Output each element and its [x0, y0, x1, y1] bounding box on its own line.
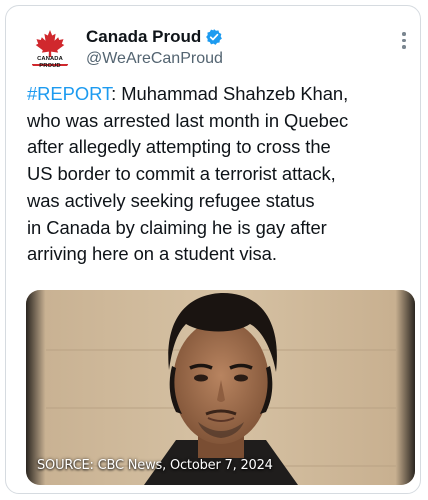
verified-badge-icon [206, 29, 223, 45]
tweet-text: #REPORT: Muhammad Shahzeb Khan, who was … [27, 81, 412, 268]
tweet-text-line: arriving here on a student visa. [27, 243, 277, 265]
tweet-text-line: #REPORT: Muhammad Shahzeb Khan, [27, 81, 412, 108]
more-options-icon[interactable] [399, 32, 409, 52]
tweet-text-line: in Canada by claiming he is gay after [27, 216, 327, 238]
hashtag-link[interactable]: #REPORT [27, 83, 111, 104]
author-handle[interactable]: @WeAreCanProud [86, 50, 223, 68]
author-name[interactable]: Canada Proud [86, 27, 201, 47]
author-block: Canada Proud @WeAreCanProud [86, 25, 223, 68]
avatar-logo-text: CANADA PROUD [37, 56, 63, 69]
tweet-text-line: was actively seeking refugee status [27, 189, 315, 211]
mugshot-photo [26, 290, 415, 485]
tweet-text-line: after allegedly attempting to cross the [27, 136, 331, 158]
tweet-media-image[interactable]: SOURCE: CBC News, October 7, 2024 [26, 290, 415, 485]
tweet-card[interactable]: CANADA PROUD Canada Proud @WeAreCanProud… [5, 5, 421, 494]
media-source-caption: SOURCE: CBC News, October 7, 2024 [37, 458, 273, 473]
tweet-text-segment: : Muhammad Shahzeb Khan, [111, 83, 349, 104]
tweet-text-line: US border to commit a terrorist attack, [27, 163, 336, 185]
author-name-row: Canada Proud [86, 25, 223, 49]
avatar[interactable]: CANADA PROUD [26, 25, 74, 73]
tweet-text-line: who was arrested last month in Quebec [27, 109, 349, 131]
